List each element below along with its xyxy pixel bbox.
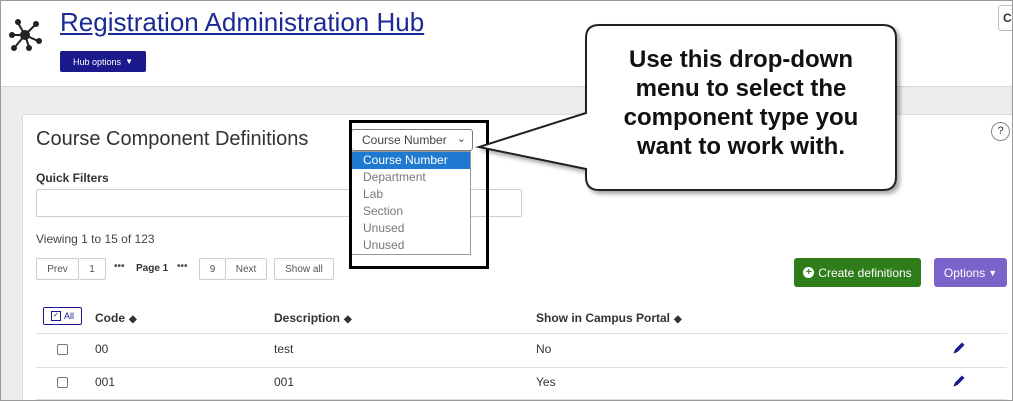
table-header-divider	[36, 333, 1007, 334]
help-circle-icon[interactable]: ?	[991, 122, 1010, 141]
page-title: Course Component Definitions	[36, 128, 309, 150]
page-1-button[interactable]: 1	[79, 258, 106, 280]
options-label: Options	[943, 265, 986, 280]
show-all-button[interactable]: Show all	[274, 258, 334, 280]
table-row-divider	[36, 367, 1007, 368]
table-cell-description: 001	[274, 375, 295, 389]
callout-line: want to work with.	[637, 133, 845, 160]
create-definitions-button[interactable]: + Create definitions	[794, 258, 921, 287]
checkbox-icon: ✓	[50, 311, 61, 321]
column-header-label: Code	[95, 311, 125, 325]
callout-line: component type you	[623, 104, 859, 131]
page-9-button[interactable]: 9	[199, 258, 226, 280]
annotation-highlight-box	[349, 120, 489, 269]
row-checkbox[interactable]	[57, 344, 68, 355]
column-header-code[interactable]: Code ◆	[95, 311, 137, 325]
column-header-label: Show in Campus Portal	[536, 311, 671, 325]
current-page-label: Page 1	[136, 263, 169, 274]
create-definitions-label: Create definitions	[818, 265, 912, 280]
pagination-ellipsis: •••	[114, 261, 125, 272]
options-button[interactable]: Options ▼	[934, 258, 1007, 287]
next-page-button[interactable]: Next	[226, 258, 267, 280]
hub-options-label: Hub options	[73, 56, 122, 67]
annotation-callout-text: Use this drop-down menu to select the co…	[598, 45, 884, 161]
network-hub-icon	[9, 19, 42, 51]
table-cell-portal: No	[536, 342, 552, 356]
column-header-description[interactable]: Description ◆	[274, 311, 352, 325]
column-header-show-in-campus-portal[interactable]: Show in Campus Portal ◆	[536, 311, 682, 325]
select-all-button[interactable]: ✓ All	[43, 307, 82, 325]
sort-icon: ◆	[129, 314, 137, 325]
table-row-divider	[36, 399, 1007, 400]
table-cell-description: test	[274, 342, 294, 356]
viewing-count: Viewing 1 to 15 of 123	[36, 232, 155, 246]
table-cell-code: 00	[95, 342, 109, 356]
app-window: Registration Administration Hub Hub opti…	[0, 0, 1013, 401]
callout-line: menu to select the	[635, 75, 847, 102]
callout-line: Use this drop-down	[629, 46, 853, 73]
prev-page-button[interactable]: Prev	[36, 258, 79, 280]
pencil-icon[interactable]	[951, 373, 967, 389]
row-checkbox[interactable]	[57, 377, 68, 388]
table-cell-code: 001	[95, 375, 116, 389]
column-header-label: Description	[274, 311, 341, 325]
caret-down-icon: ▼	[125, 57, 133, 66]
header-corner-button[interactable]: C	[998, 5, 1012, 31]
plus-circle-icon: +	[803, 267, 815, 278]
sort-icon: ◆	[344, 314, 352, 325]
hub-title-link[interactable]: Registration Administration Hub	[60, 7, 424, 38]
hub-options-button[interactable]: Hub options ▼	[60, 51, 146, 72]
sort-icon: ◆	[674, 314, 682, 325]
table-cell-portal: Yes	[536, 375, 556, 389]
caret-down-icon: ▼	[988, 267, 998, 278]
pencil-icon[interactable]	[951, 340, 967, 356]
quick-filters-label: Quick Filters	[36, 171, 109, 185]
select-all-label: All	[63, 311, 74, 321]
pagination-ellipsis: •••	[177, 261, 188, 272]
